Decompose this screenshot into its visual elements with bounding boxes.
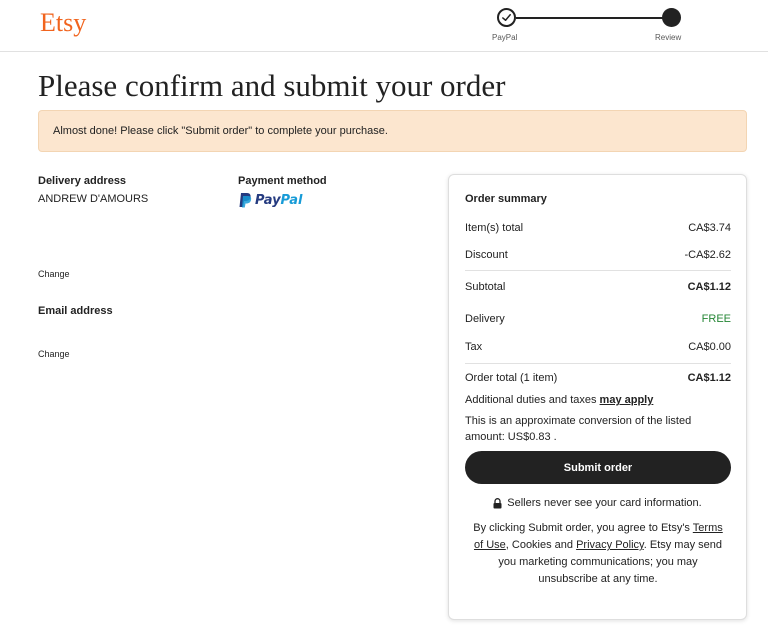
items-total-value: CA$3.74 <box>688 222 731 234</box>
email-address-label: Email address <box>38 305 113 317</box>
discount-label: Discount <box>465 249 508 261</box>
lock-icon <box>493 497 502 508</box>
order-summary-card: Order summary Item(s) total CA$3.74 Disc… <box>448 174 747 620</box>
divider <box>465 270 731 271</box>
terms-part-1: By clicking Submit order, you agree to E… <box>473 522 690 534</box>
progress-line <box>516 17 674 19</box>
step-paypal-completed <box>497 8 516 27</box>
order-total-row: Order total (1 item) CA$1.12 <box>465 372 731 384</box>
may-apply-link[interactable]: may apply <box>600 394 654 406</box>
delivery-label: Delivery <box>465 313 505 325</box>
discount-value: -CA$2.62 <box>684 249 731 261</box>
delivery-value: FREE <box>701 313 731 325</box>
check-icon <box>502 14 511 21</box>
etsy-logo[interactable]: Etsy <box>40 8 86 38</box>
change-delivery-link[interactable]: Change <box>38 269 70 279</box>
duties-note: Additional duties and taxes may apply <box>465 392 731 408</box>
conversion-note: This is an approximate conversion of the… <box>465 415 692 443</box>
checkout-progress: PayPal Review <box>490 6 700 46</box>
notice-banner: Almost done! Please click "Submit order"… <box>38 110 747 152</box>
subtotal-value: CA$1.12 <box>687 281 731 293</box>
step-label-paypal: PayPal <box>492 33 518 42</box>
secure-note: Sellers never see your card information. <box>449 497 746 509</box>
step-review-current <box>662 8 681 27</box>
delivery-row: Delivery FREE <box>465 313 731 325</box>
order-total-value: CA$1.12 <box>687 372 731 384</box>
order-summary-title: Order summary <box>465 193 547 205</box>
paypal-wordmark: PayPal <box>255 192 303 208</box>
items-total-label: Item(s) total <box>465 222 524 234</box>
items-total-row: Item(s) total CA$3.74 <box>465 222 731 234</box>
secure-note-text: Sellers never see your card information. <box>507 497 702 509</box>
paypal-icon <box>239 193 252 208</box>
change-email-link[interactable]: Change <box>38 349 70 359</box>
divider <box>465 363 731 364</box>
privacy-policy-link[interactable]: Privacy Policy <box>576 539 644 551</box>
submit-order-button[interactable]: Submit order <box>465 451 731 484</box>
tax-row: Tax CA$0.00 <box>465 341 731 353</box>
subtotal-label: Subtotal <box>465 281 506 293</box>
header: Etsy PayPal Review <box>0 0 768 52</box>
delivery-name: ANDREW D'AMOURS <box>38 193 149 205</box>
terms-text: By clicking Submit order, you agree to E… <box>473 520 723 588</box>
page-title: Please confirm and submit your order <box>38 68 506 103</box>
subtotal-row: Subtotal CA$1.12 <box>465 281 731 293</box>
step-label-review: Review <box>655 33 682 42</box>
delivery-address-label: Delivery address <box>38 175 127 187</box>
payment-method-label: Payment method <box>238 175 327 187</box>
tax-label: Tax <box>465 341 483 353</box>
discount-row: Discount -CA$2.62 <box>465 249 731 261</box>
order-total-label: Order total (1 item) <box>465 372 558 384</box>
tax-value: CA$0.00 <box>688 341 731 353</box>
duties-text: Additional duties and taxes <box>465 394 597 406</box>
paypal-method: PayPal <box>238 192 302 208</box>
terms-part-2: , Cookies and <box>505 539 574 551</box>
